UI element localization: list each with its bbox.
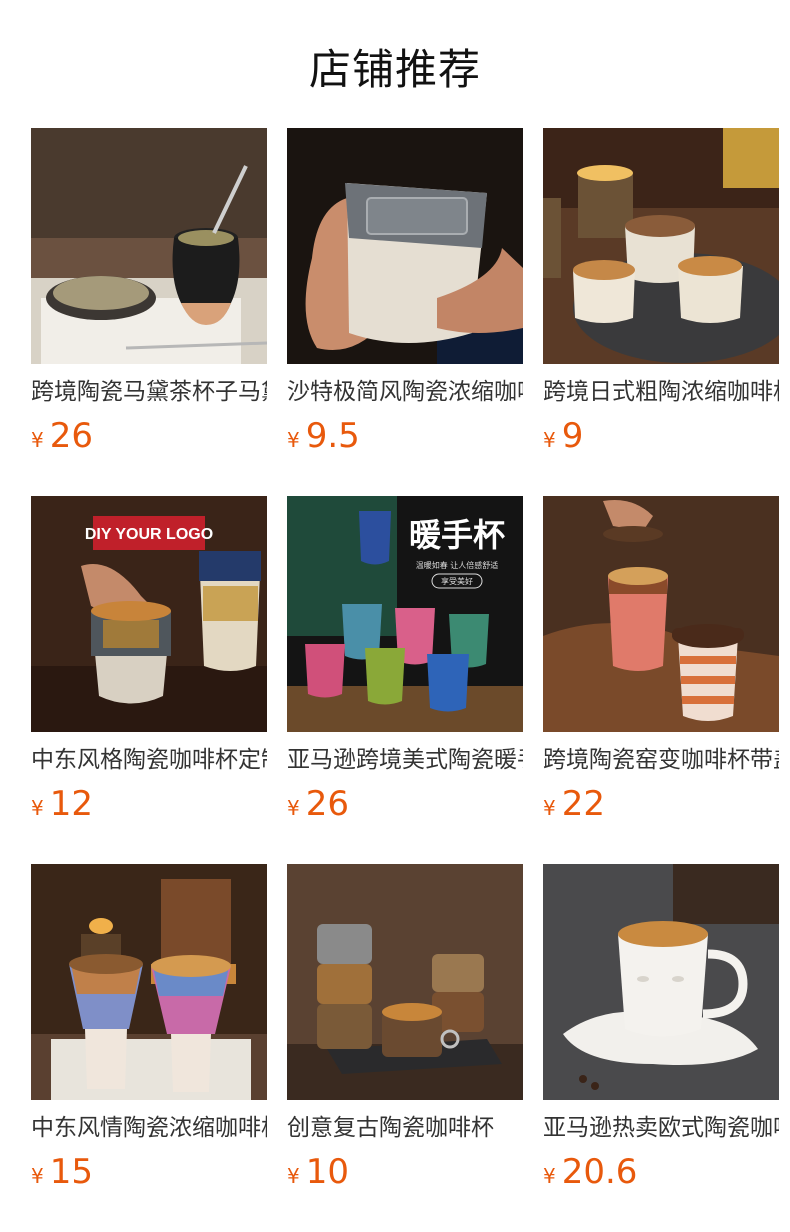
product-card[interactable]: 亚马逊热卖欧式陶瓷咖啡杯 ¥20.6 <box>543 864 779 1232</box>
currency-symbol: ¥ <box>31 796 44 820</box>
product-card[interactable]: 中东风情陶瓷浓缩咖啡杯 ¥15 <box>31 864 267 1232</box>
product-name[interactable]: 跨境陶瓷马黛茶杯子马黛茶壶 <box>31 376 267 408</box>
product-name[interactable]: 创意复古陶瓷咖啡杯 <box>287 1112 523 1144</box>
currency-symbol: ¥ <box>31 1164 44 1188</box>
product-price: ¥9.5 <box>287 415 523 457</box>
price-value: 9.5 <box>305 416 360 456</box>
product-image[interactable]: 暖手杯 温暖如春 让人倍感舒适 享受美好 <box>287 496 523 732</box>
product-image[interactable] <box>543 496 779 732</box>
price-value: 15 <box>49 1152 93 1192</box>
product-image[interactable] <box>31 128 267 364</box>
price-value: 22 <box>561 784 605 824</box>
price-value: 10 <box>305 1152 349 1192</box>
product-price: ¥22 <box>543 783 779 825</box>
price-value: 9 <box>561 416 584 456</box>
product-name[interactable]: 中东风格陶瓷咖啡杯定制 <box>31 744 267 776</box>
product-price: ¥10 <box>287 1151 523 1193</box>
product-name[interactable]: 跨境陶瓷窑变咖啡杯带盖 <box>543 744 779 776</box>
product-card[interactable]: 跨境日式粗陶浓缩咖啡杯 ¥9 <box>543 128 779 496</box>
product-price: ¥9 <box>543 415 779 457</box>
product-card[interactable]: 跨境陶瓷马黛茶杯子马黛茶壶 ¥26 <box>31 128 267 496</box>
product-card[interactable]: 跨境陶瓷窑变咖啡杯带盖 ¥22 <box>543 496 779 864</box>
currency-symbol: ¥ <box>543 1164 556 1188</box>
product-price: ¥12 <box>31 783 267 825</box>
product-image[interactable]: DIY YOUR LOGO <box>31 496 267 732</box>
page-title: 店铺推荐 <box>308 45 481 94</box>
currency-symbol: ¥ <box>31 428 44 452</box>
price-value: 26 <box>305 784 349 824</box>
product-price: ¥26 <box>287 783 523 825</box>
price-value: 20.6 <box>561 1152 638 1192</box>
product-image[interactable] <box>287 128 523 364</box>
product-image[interactable] <box>287 864 523 1100</box>
product-name[interactable]: 跨境日式粗陶浓缩咖啡杯 <box>543 376 779 408</box>
product-name[interactable]: 亚马逊跨境美式陶瓷暖手杯 <box>287 744 523 776</box>
product-image[interactable] <box>31 864 267 1100</box>
product-price: ¥20.6 <box>543 1151 779 1193</box>
product-image[interactable] <box>543 128 779 364</box>
product-name[interactable]: 亚马逊热卖欧式陶瓷咖啡杯 <box>543 1112 779 1144</box>
product-card[interactable]: 创意复古陶瓷咖啡杯 ¥10 <box>287 864 523 1232</box>
currency-symbol: ¥ <box>543 796 556 820</box>
product-price: ¥15 <box>31 1151 267 1193</box>
product-card[interactable]: 暖手杯 温暖如春 让人倍感舒适 享受美好 亚马逊跨境美式陶瓷暖手杯 ¥26 <box>287 496 523 864</box>
product-image[interactable] <box>543 864 779 1100</box>
currency-symbol: ¥ <box>287 1164 300 1188</box>
currency-symbol: ¥ <box>287 796 300 820</box>
product-card[interactable]: DIY YOUR LOGO 中东风格陶瓷咖啡杯定制 ¥12 <box>31 496 267 864</box>
warm-cup-tag: 享受美好 <box>441 576 473 586</box>
price-value: 26 <box>49 416 93 456</box>
currency-symbol: ¥ <box>543 428 556 452</box>
product-card[interactable]: 沙特极简风陶瓷浓缩咖啡杯 ¥9.5 <box>287 128 523 496</box>
product-name[interactable]: 沙特极简风陶瓷浓缩咖啡杯 <box>287 376 523 408</box>
product-name[interactable]: 中东风情陶瓷浓缩咖啡杯 <box>31 1112 267 1144</box>
price-value: 12 <box>49 784 93 824</box>
product-price: ¥26 <box>31 415 267 457</box>
diy-logo-text: DIY YOUR LOGO <box>85 526 213 543</box>
product-grid: 跨境陶瓷马黛茶杯子马黛茶壶 ¥26 沙特极简风陶瓷浓缩咖啡杯 ¥9.5 <box>31 128 779 1232</box>
currency-symbol: ¥ <box>287 428 300 452</box>
warm-cup-subtitle: 温暖如春 让人倍感舒适 <box>416 560 499 570</box>
warm-cup-title: 暖手杯 <box>409 516 505 554</box>
